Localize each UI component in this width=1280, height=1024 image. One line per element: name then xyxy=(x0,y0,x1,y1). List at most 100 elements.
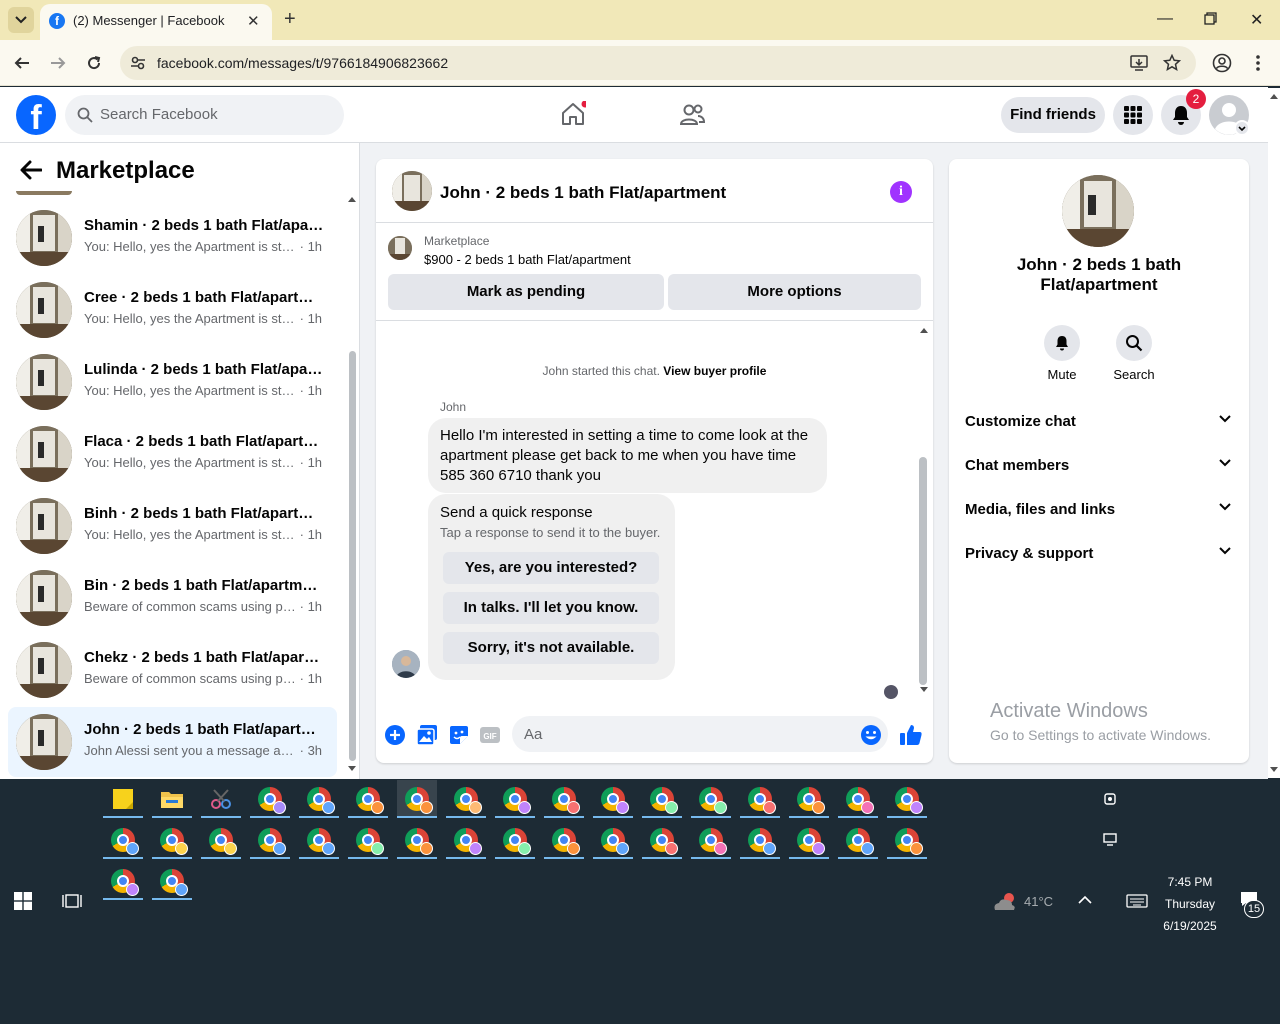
facebook-search[interactable]: Search Facebook xyxy=(65,95,344,135)
meet-now-icon[interactable] xyxy=(1102,791,1118,807)
scroll-up-arrow-icon[interactable] xyxy=(919,326,929,334)
menu-grid-icon[interactable] xyxy=(1113,95,1153,135)
file-explorer-icon[interactable] xyxy=(152,780,192,818)
network-display-icon[interactable] xyxy=(1102,831,1118,847)
conversation-item[interactable]: Bin · 2 beds 1 bath Flat/apartment Beware… xyxy=(8,563,337,633)
chat-members-section[interactable]: Chat members xyxy=(957,445,1241,489)
back-arrow-icon[interactable] xyxy=(20,160,42,180)
weather-icon[interactable] xyxy=(992,891,1018,913)
find-friends-button[interactable]: Find friends xyxy=(1001,97,1105,133)
chrome-profile-icon[interactable] xyxy=(152,821,192,859)
gif-icon[interactable]: GIF xyxy=(479,724,501,746)
facebook-logo[interactable]: f xyxy=(16,95,56,135)
chrome-profile-icon[interactable] xyxy=(299,821,339,859)
sidebar-scroll-thumb[interactable] xyxy=(349,351,356,761)
conversation-item[interactable]: Cree · 2 beds 1 bath Flat/apartment You: … xyxy=(8,275,337,345)
quick-reply-button[interactable]: Sorry, it's not available. xyxy=(443,632,659,664)
friends-icon[interactable] xyxy=(679,103,705,127)
windows-start-icon[interactable] xyxy=(14,892,32,910)
chrome-profile-icon[interactable] xyxy=(397,821,437,859)
close-tab-icon[interactable]: ✕ xyxy=(247,12,260,30)
restore-button[interactable] xyxy=(1204,12,1217,25)
chrome-profile-icon[interactable] xyxy=(642,821,682,859)
chrome-profile-icon[interactable] xyxy=(544,780,584,818)
task-view-icon[interactable] xyxy=(62,892,82,910)
chrome-profile-icon[interactable] xyxy=(838,780,878,818)
chrome-profile-icon[interactable] xyxy=(789,780,829,818)
chrome-profile-icon[interactable] xyxy=(250,821,290,859)
profile-icon[interactable] xyxy=(1212,53,1232,73)
chrome-profile-icon[interactable] xyxy=(642,780,682,818)
bookmark-star-icon[interactable] xyxy=(1163,54,1181,72)
photo-icon[interactable] xyxy=(416,724,438,746)
chrome-profile-icon[interactable] xyxy=(544,821,584,859)
conversation-item[interactable]: John · 2 beds 1 bath Flat/apartment John … xyxy=(8,707,337,777)
chrome-profile-icon[interactable] xyxy=(593,821,633,859)
reload-button[interactable] xyxy=(83,52,105,74)
minimize-button[interactable]: — xyxy=(1157,10,1173,28)
install-app-icon[interactable] xyxy=(1130,54,1148,72)
home-icon[interactable] xyxy=(560,101,586,127)
privacy-support-section[interactable]: Privacy & support xyxy=(957,533,1241,577)
scroll-down-arrow-icon[interactable] xyxy=(919,686,929,694)
view-buyer-profile-link[interactable]: View buyer profile xyxy=(663,364,766,378)
sticker-icon[interactable] xyxy=(448,724,470,746)
customize-chat-section[interactable]: Customize chat xyxy=(957,401,1241,445)
page-scrollbar[interactable] xyxy=(1268,88,1280,778)
chrome-profile-icon[interactable] xyxy=(446,780,486,818)
like-thumb-icon[interactable] xyxy=(899,723,923,747)
temperature[interactable]: 41°C xyxy=(1024,894,1053,909)
address-bar[interactable]: facebook.com/messages/t/9766184906823662 xyxy=(120,46,1196,80)
chrome-profile-icon[interactable] xyxy=(495,780,535,818)
chrome-profile-icon[interactable] xyxy=(593,780,633,818)
chrome-profile-icon[interactable] xyxy=(838,821,878,859)
conversation-item[interactable]: Binh · 2 beds 1 bath Flat/apartment You: … xyxy=(8,491,337,561)
listing-large-avatar[interactable] xyxy=(1062,175,1134,247)
chrome-profile-icon[interactable] xyxy=(740,821,780,859)
close-window-button[interactable]: ✕ xyxy=(1250,10,1263,30)
conversation-item[interactable]: Chekz · 2 beds 1 bath Flat/apartment Bewa… xyxy=(8,635,337,705)
snipping-tool-icon[interactable] xyxy=(201,780,241,818)
chrome-profile-icon[interactable] xyxy=(740,780,780,818)
browser-tab[interactable]: f (2) Messenger | Facebook ✕ xyxy=(40,4,272,40)
mark-as-pending-button[interactable]: Mark as pending xyxy=(388,274,664,310)
chrome-profile-icon[interactable] xyxy=(397,780,437,818)
sticky-notes-icon[interactable] xyxy=(103,780,143,818)
plus-icon[interactable] xyxy=(384,724,406,746)
account-avatar[interactable] xyxy=(1209,95,1249,135)
mute-bell-icon[interactable] xyxy=(1044,325,1080,361)
conversation-item[interactable]: Flaca · 2 beds 1 bath Flat/apartment You:… xyxy=(8,419,337,489)
quick-reply-button[interactable]: Yes, are you interested? xyxy=(443,552,659,584)
chrome-profile-icon[interactable] xyxy=(691,821,731,859)
forward-button[interactable] xyxy=(47,52,69,74)
back-button[interactable] xyxy=(11,52,33,74)
browser-menu-icon[interactable] xyxy=(1255,54,1261,72)
keyboard-icon[interactable] xyxy=(1126,894,1148,908)
buyer-avatar[interactable] xyxy=(392,650,420,678)
listing-avatar[interactable] xyxy=(392,171,432,211)
search-icon[interactable] xyxy=(1116,325,1152,361)
chrome-profile-icon[interactable] xyxy=(152,862,192,900)
chrome-profile-icon[interactable] xyxy=(691,780,731,818)
tab-search-button[interactable] xyxy=(8,7,34,33)
new-tab-button[interactable]: + xyxy=(284,9,296,29)
chevron-up-icon[interactable] xyxy=(1078,895,1092,905)
chrome-profile-icon[interactable] xyxy=(103,821,143,859)
system-clock[interactable]: 7:45 PM Thursday 6/19/2025 xyxy=(1150,871,1230,937)
chat-title[interactable]: John · 2 beds 1 bath Flat/apartment xyxy=(440,183,726,203)
chrome-profile-icon[interactable] xyxy=(348,780,388,818)
conversation-item[interactable]: Shamin · 2 beds 1 bath Flat/apartment You… xyxy=(8,203,337,273)
more-options-button[interactable]: More options xyxy=(668,274,921,310)
chrome-profile-icon[interactable] xyxy=(299,780,339,818)
search-action[interactable]: Search xyxy=(1113,325,1155,382)
info-icon[interactable]: i xyxy=(890,181,912,203)
quick-reply-button[interactable]: In talks. I'll let you know. xyxy=(443,592,659,624)
message-input[interactable] xyxy=(512,716,888,752)
mute-action[interactable]: Mute xyxy=(1042,325,1082,382)
chrome-profile-icon[interactable] xyxy=(887,780,927,818)
listing-title[interactable]: $900 - 2 beds 1 bath Flat/apartment xyxy=(424,252,631,267)
chrome-profile-icon[interactable] xyxy=(103,862,143,900)
chrome-profile-icon[interactable] xyxy=(887,821,927,859)
site-info-icon[interactable] xyxy=(130,55,146,71)
chrome-profile-icon[interactable] xyxy=(446,821,486,859)
